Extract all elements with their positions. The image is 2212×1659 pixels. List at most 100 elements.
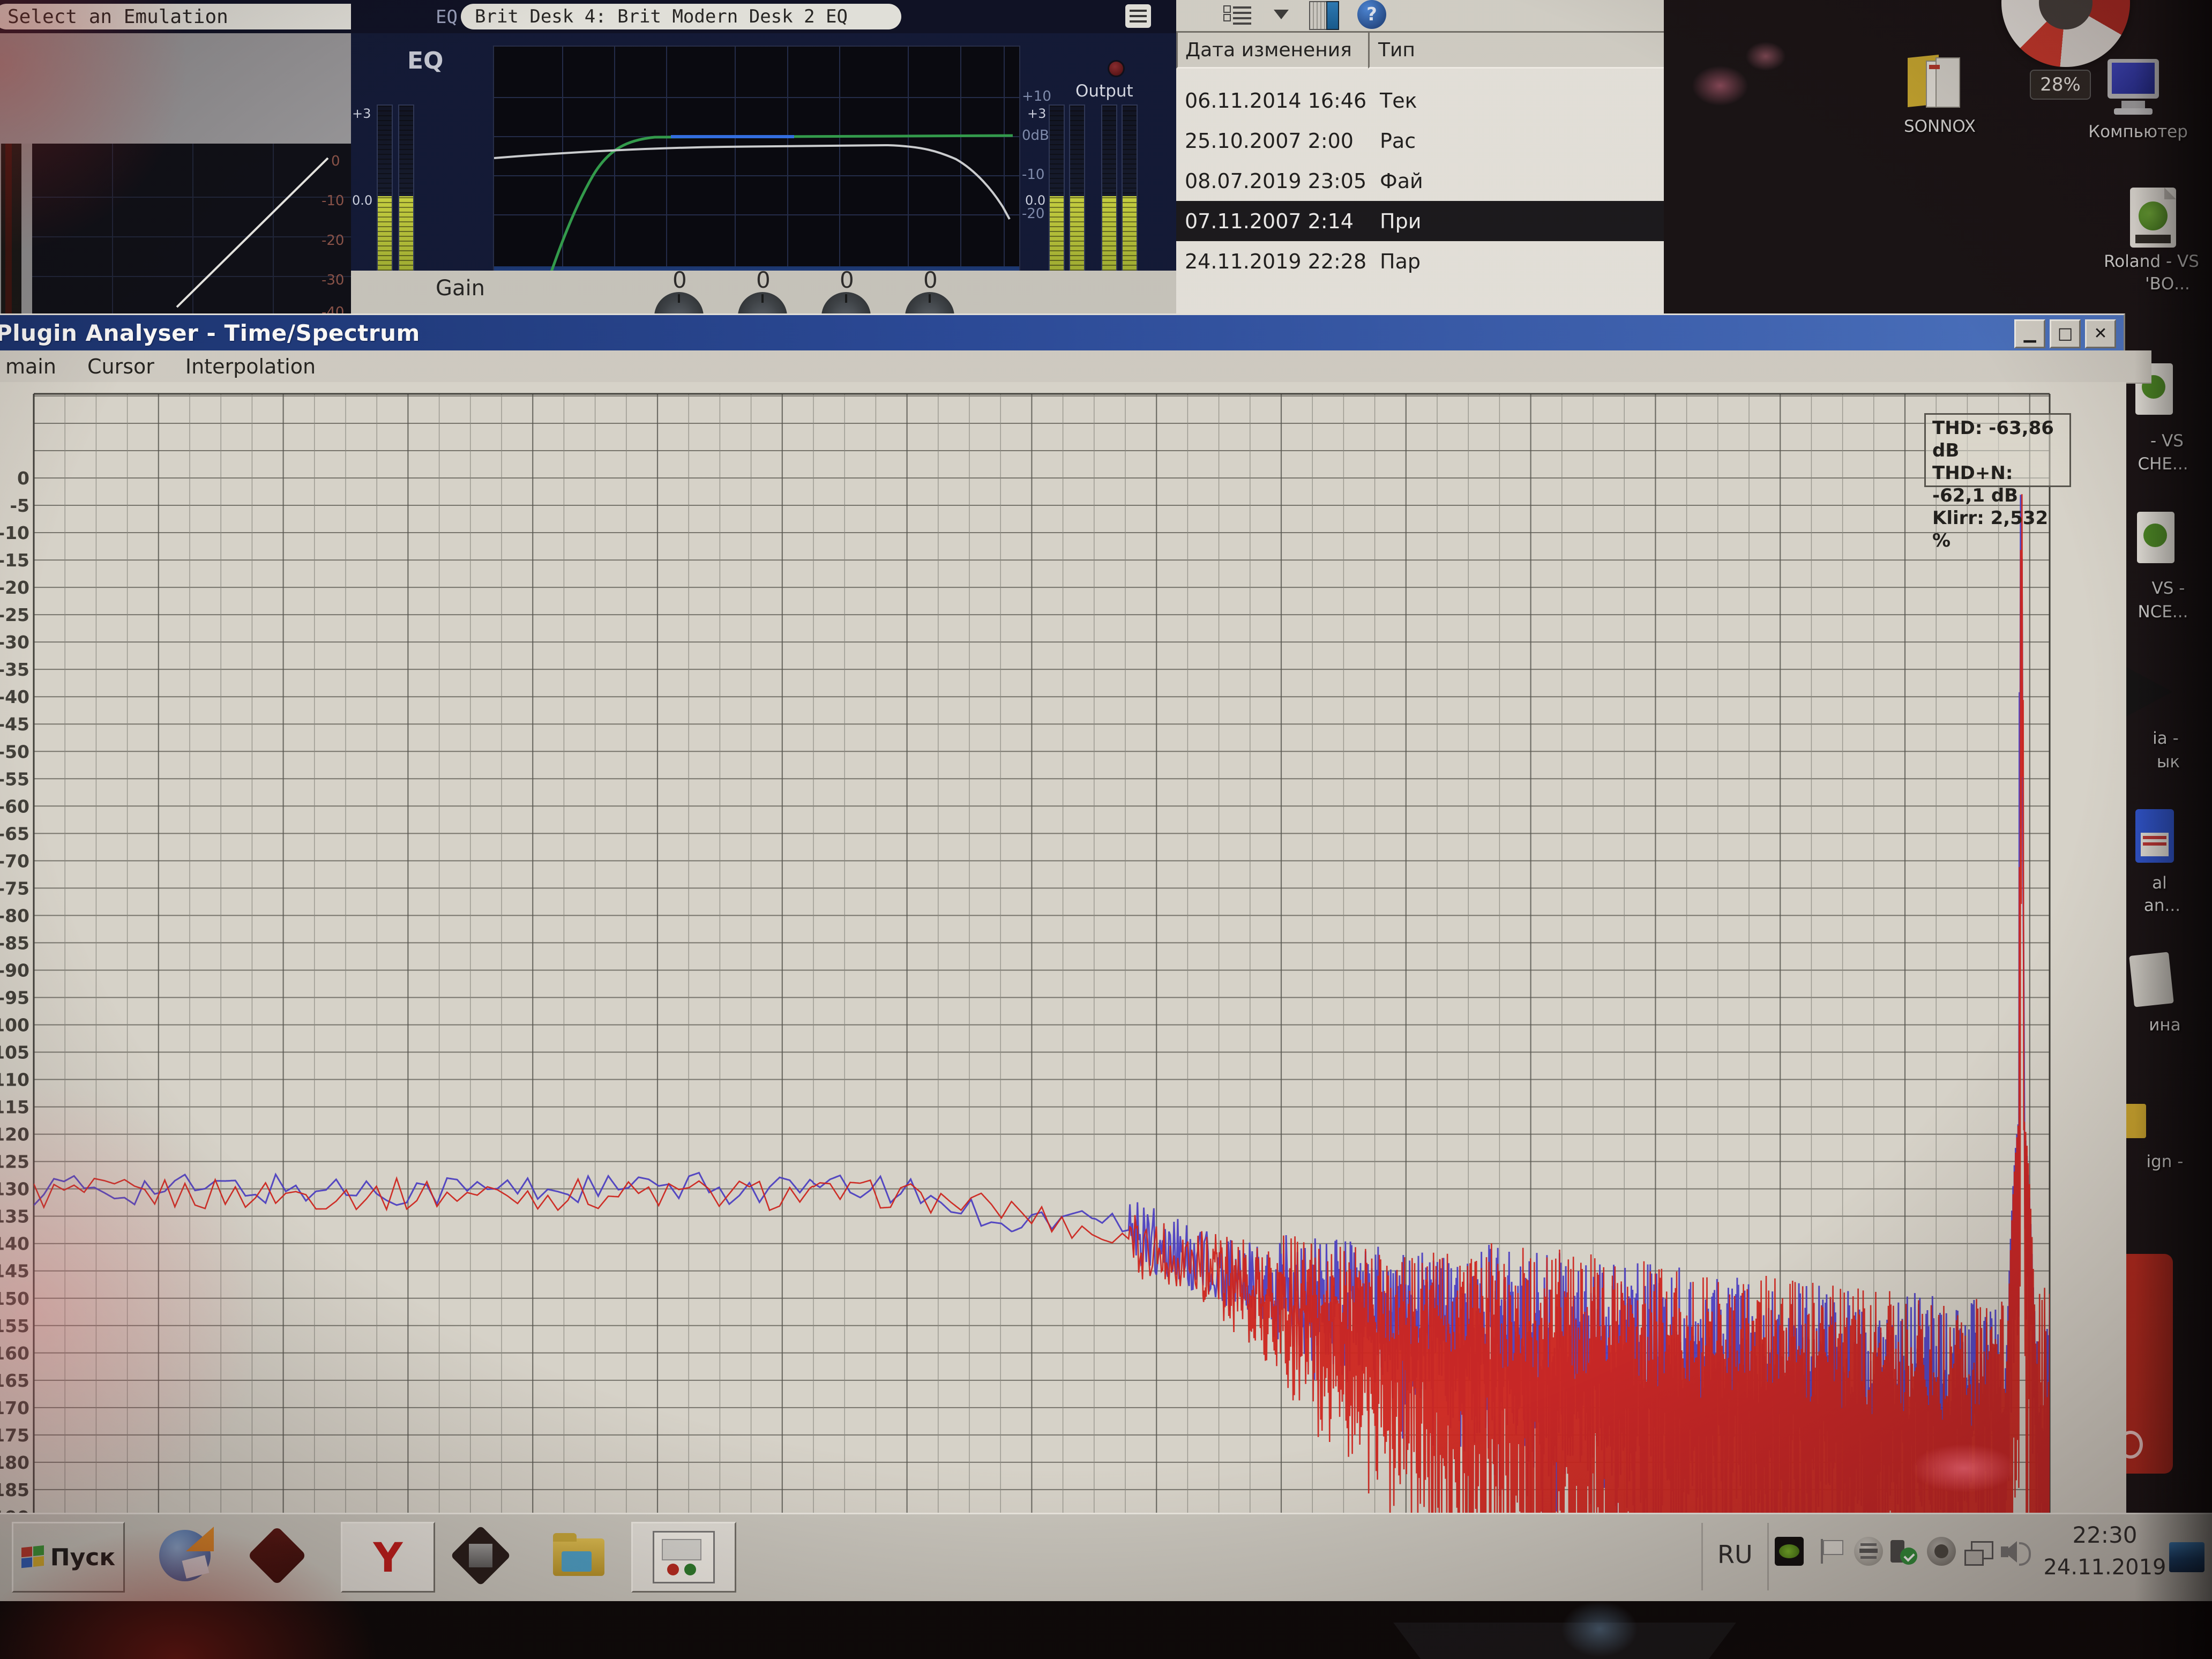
svg-text:-45: -45	[0, 714, 29, 735]
eq-db-label: -20	[1022, 206, 1044, 222]
usb-tray-icon[interactable]	[1888, 1537, 1917, 1566]
meter-mark: 0.0	[352, 193, 372, 208]
level-meter-strip	[1, 144, 21, 313]
analyser-title-bar[interactable]: Plugin Analyser - Time/Spectrum ▁ □ ✕	[0, 315, 2124, 350]
svg-text:-175: -175	[0, 1425, 29, 1446]
edge-item-label: an...	[2117, 896, 2208, 915]
language-indicator[interactable]: RU	[1717, 1540, 1753, 1569]
curve-db-label: 0	[331, 153, 340, 169]
maximize-button[interactable]: □	[2050, 319, 2081, 348]
svg-text:-185: -185	[0, 1479, 29, 1500]
svg-text:-150: -150	[0, 1288, 29, 1309]
menu-item[interactable]: Interpolation	[185, 355, 316, 378]
meter-mark: +3	[352, 106, 371, 121]
svg-text:-135: -135	[0, 1206, 29, 1227]
edge-media-icon[interactable]	[2126, 667, 2172, 716]
input-meter-right	[398, 104, 414, 295]
file-row-selected[interactable]: 07.11.2007 2:14 При	[1176, 201, 1664, 241]
help-icon[interactable]: ?	[1357, 0, 1386, 29]
meter-mark: +3	[1027, 106, 1046, 121]
analyser-menu-bar: main Cursor Interpolation	[0, 350, 2151, 384]
svg-text:-100: -100	[0, 1015, 29, 1036]
gain-value: 0	[840, 267, 854, 293]
edge-item-label: ia -	[2119, 729, 2212, 748]
column-header-type[interactable]: Тип	[1368, 31, 1664, 69]
menu-item[interactable]: main	[5, 355, 56, 378]
file-row[interactable]: 24.11.2019 22:28 Пар	[1176, 241, 1664, 281]
klirr-value: Klirr: 2,532 %	[1932, 507, 2069, 552]
computer-icon-label: Компьютер	[2074, 122, 2202, 141]
eq-preset-selector[interactable]: Brit Desk 4: Brit Modern Desk 2 EQ	[461, 4, 901, 29]
svg-text:-35: -35	[0, 659, 29, 680]
computer-icon[interactable]	[2103, 59, 2168, 115]
file-row[interactable]: 08.07.2019 23:05 Фай	[1176, 161, 1664, 201]
eq-db-label: 0dB	[1022, 128, 1049, 144]
svg-text:-95: -95	[0, 988, 29, 1008]
clock-date[interactable]: 24.11.2019	[2035, 1555, 2174, 1580]
gain-label: Gain	[436, 276, 485, 301]
edge-file-icon[interactable]	[2137, 512, 2174, 563]
svg-text:-40: -40	[0, 686, 29, 707]
menu-item[interactable]: Cursor	[87, 355, 154, 378]
monitor-photo: 28% Компьютер SONNOX Roland - VS 'ВО... …	[0, 0, 2212, 1659]
view-list-icon[interactable]	[1223, 3, 1253, 27]
svg-text:-165: -165	[0, 1370, 29, 1391]
network-tray-icon[interactable]	[1963, 1537, 1992, 1566]
svg-text:-130: -130	[0, 1179, 29, 1200]
svg-text:-160: -160	[0, 1343, 29, 1364]
torrent-file-icon[interactable]	[2130, 188, 2176, 248]
speaker-tray-icon[interactable]	[2000, 1537, 2029, 1566]
browser-quicklaunch-icon[interactable]	[150, 1522, 220, 1589]
svg-text:-60: -60	[0, 796, 29, 817]
columns-icon[interactable]	[1309, 1, 1339, 28]
close-button[interactable]: ✕	[2085, 319, 2116, 348]
yandex-quicklaunch-icon[interactable]: Y	[341, 1522, 435, 1593]
disk-usage-gauge[interactable]	[2001, 0, 2130, 67]
file-date: 06.11.2014 16:46	[1176, 89, 1367, 113]
folder-quicklaunch-icon[interactable]	[541, 1522, 616, 1589]
svg-text:-115: -115	[0, 1097, 29, 1118]
windows-flag-icon	[21, 1545, 45, 1570]
clock-time[interactable]: 22:30	[2051, 1522, 2158, 1548]
file-row[interactable]: 25.10.2007 2:00 Рас	[1176, 121, 1664, 161]
start-button[interactable]: Пуск	[12, 1522, 125, 1593]
spectrum-chart[interactable]: 0-5-10-15-20-25-30-35-40-45-50-55-60-65-…	[0, 382, 2126, 1540]
eset-tray-icon[interactable]	[1854, 1537, 1883, 1566]
chevron-down-icon[interactable]	[1274, 10, 1289, 19]
svg-text:-85: -85	[0, 932, 29, 953]
edge-doc-icon[interactable]	[2129, 952, 2174, 1007]
torrent-file-label-line2: 'ВО...	[2122, 274, 2212, 294]
minimize-button[interactable]: ▁	[2014, 319, 2045, 348]
svg-text:-110: -110	[0, 1070, 29, 1090]
svg-text:-80: -80	[0, 905, 29, 926]
edge-item-label: VS -	[2125, 579, 2212, 598]
emulation-selector[interactable]: Select an Emulation	[0, 4, 354, 29]
sonnox-folder-icon[interactable]	[1908, 51, 1967, 110]
svg-text:-155: -155	[0, 1316, 29, 1336]
curve-db-label: -20	[322, 233, 344, 249]
thdn-value: THD+N: -62,1 dB	[1932, 462, 2069, 507]
column-header-date[interactable]: Дата изменения	[1176, 31, 1376, 69]
active-app-task-button[interactable]	[631, 1522, 736, 1593]
edge-item-label: ign -	[2119, 1152, 2210, 1171]
edge-app-icon[interactable]	[2135, 809, 2174, 863]
output-meter	[1069, 104, 1085, 295]
svg-text:-55: -55	[0, 768, 29, 789]
explorer-window: ? Дата изменения Тип 06.11.2014 16:46 Те…	[1176, 0, 1664, 313]
torrent-file-label-line1: Roland - VS	[2090, 252, 2212, 271]
file-row[interactable]: 06.11.2014 16:46 Тек	[1176, 80, 1664, 121]
eq-panel-label: EQ	[407, 47, 443, 74]
svg-text:-10: -10	[0, 522, 29, 543]
svg-text:-170: -170	[0, 1398, 29, 1418]
photo-quicklaunch-icon[interactable]	[446, 1522, 515, 1589]
svg-text:-120: -120	[0, 1124, 29, 1145]
svg-text:0: 0	[17, 468, 29, 489]
utorrent-tray-icon[interactable]	[1927, 1537, 1956, 1566]
nvidia-tray-icon[interactable]	[1775, 1537, 1804, 1566]
file-date: 25.10.2007 2:00	[1176, 129, 1367, 153]
show-desktop-widget[interactable]	[2169, 1542, 2204, 1572]
book-quicklaunch-icon[interactable]	[242, 1522, 312, 1589]
flag-tray-icon[interactable]	[1818, 1537, 1847, 1566]
eq-graph[interactable]: 20Hz 50 100 200 500 1k 2k 5k 10k 20k	[493, 46, 1020, 292]
eq-menu-icon[interactable]	[1125, 4, 1151, 28]
